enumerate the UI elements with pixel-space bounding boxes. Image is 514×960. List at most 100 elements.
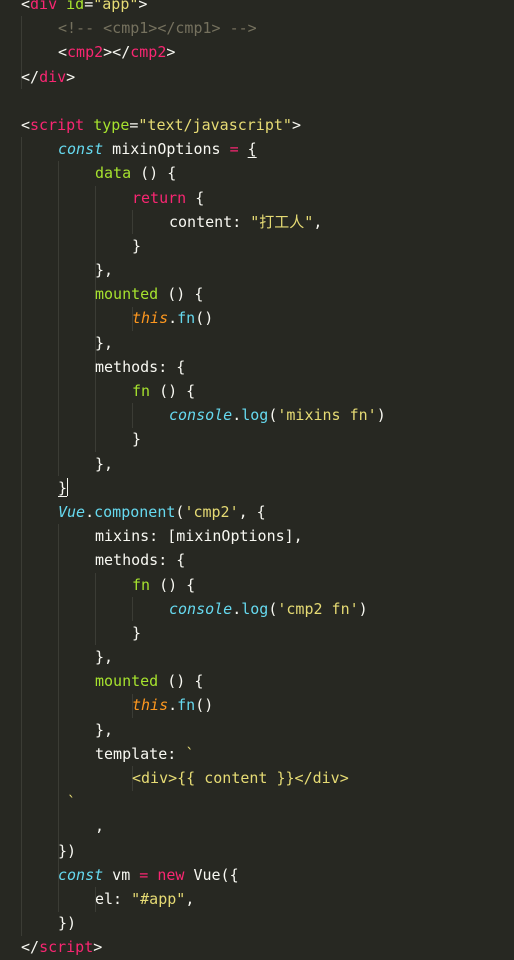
code-line[interactable]: , (0, 814, 514, 838)
code-token: script (30, 115, 85, 134)
code-line[interactable]: <cmp2></cmp2> (0, 40, 514, 64)
code-token: mixins: [mixinOptions], (95, 527, 303, 546)
code-line[interactable]: this.fn() (0, 693, 514, 717)
code-token: "打工人" (250, 212, 314, 231)
code-token: log (241, 599, 269, 618)
code-line[interactable]: <div id="app"> (0, 0, 514, 16)
code-token: } (132, 430, 142, 449)
code-line[interactable]: } (0, 621, 514, 645)
code-line[interactable]: methods: { (0, 548, 514, 572)
code-line[interactable]: } (0, 234, 514, 258)
code-token: el: (95, 889, 132, 908)
code-token: } (58, 478, 68, 497)
code-token: methods: { (95, 357, 186, 376)
code-token: }) (58, 841, 77, 860)
code-line[interactable]: el: "#app", (0, 887, 514, 911)
code-token: methods: { (95, 551, 186, 570)
code-line[interactable]: console.log('cmp2 fn') (0, 597, 514, 621)
code-line[interactable]: } (0, 476, 514, 500)
code-line[interactable]: return { (0, 186, 514, 210)
code-token: Vue({ (184, 865, 239, 884)
code-line[interactable]: }) (0, 911, 514, 935)
code-token: vm (103, 865, 140, 884)
code-token: data (95, 164, 132, 183)
code-token: { (186, 188, 205, 207)
code-token: 'mixins fn' (277, 406, 377, 425)
code-token: () { (131, 164, 177, 183)
code-line[interactable]: template: ` (0, 742, 514, 766)
code-token: fn (132, 382, 151, 400)
code-line[interactable]: </div> (0, 65, 514, 89)
code-token: }, (95, 720, 114, 739)
code-line[interactable]: <!-- <cmp1></cmp1> --> (0, 16, 514, 40)
code-line[interactable]: }, (0, 331, 514, 355)
code-token: , { (238, 502, 266, 521)
code-token: mounted (95, 672, 159, 691)
code-token: }) (58, 914, 77, 933)
code-token: }, (95, 333, 114, 352)
code-line[interactable]: const mixinOptions = { (0, 137, 514, 161)
code-line[interactable]: </script> (0, 935, 514, 959)
code-token: , (313, 212, 323, 231)
code-token: const (58, 865, 104, 884)
code-line[interactable]: const vm = new Vue({ (0, 863, 514, 887)
code-content[interactable]: <div id="app"> <!-- <cmp1></cmp1> --> <cmp… (0, 0, 514, 960)
code-token: ) (358, 599, 368, 618)
code-line[interactable]: console.log('mixins fn') (0, 403, 514, 427)
code-line[interactable]: <div>{{ content }}</div> (0, 766, 514, 790)
code-line[interactable]: this.fn() (0, 306, 514, 330)
code-token: { (247, 140, 257, 159)
code-editor[interactable]: <div id="app"> <!-- <cmp1></cmp1> --> <cmp… (0, 0, 514, 956)
code-line[interactable]: mounted () { (0, 282, 514, 306)
code-token: fn (132, 575, 151, 594)
code-token: }, (95, 648, 114, 667)
code-token: , (185, 889, 195, 908)
code-line[interactable]: methods: { (0, 355, 514, 379)
code-line[interactable]: }, (0, 452, 514, 476)
code-token: 'cmp2' (184, 502, 239, 521)
code-line[interactable]: data () { (0, 161, 514, 185)
code-token: . (85, 502, 95, 521)
code-line[interactable]: content: "打工人", (0, 210, 514, 234)
code-line[interactable]: }, (0, 258, 514, 282)
code-token: }, (95, 454, 114, 473)
code-token: <div>{{ content }}</div> (132, 769, 349, 787)
code-token: cmp2 (67, 43, 104, 62)
code-token: 'cmp2 fn' (277, 599, 359, 618)
code-token: ` (58, 793, 77, 812)
code-token: () (195, 696, 214, 715)
code-line[interactable]: }, (0, 645, 514, 669)
code-line[interactable]: }) (0, 839, 514, 863)
code-token: this (132, 309, 169, 328)
code-token: this (132, 696, 169, 715)
code-token: template: (95, 744, 186, 763)
code-line[interactable]: }, (0, 718, 514, 742)
code-line[interactable]: <script type="text/javascript"> (0, 113, 514, 137)
code-token: > (291, 115, 301, 134)
code-token: () (195, 309, 214, 328)
code-line[interactable]: fn () { (0, 573, 514, 597)
code-line[interactable]: Vue.component('cmp2', { (0, 500, 514, 524)
code-token: } (132, 236, 142, 255)
code-token: "app" (93, 0, 139, 13)
code-line[interactable]: mounted () { (0, 669, 514, 693)
code-line[interactable]: fn () { (0, 379, 514, 403)
code-token: < (58, 43, 68, 62)
code-line[interactable]: } (0, 427, 514, 451)
code-token: > (166, 43, 176, 62)
code-token: component (94, 502, 176, 521)
code-token: < (21, 0, 31, 13)
code-token: mixinOptions (103, 140, 230, 159)
code-line[interactable]: mixins: [mixinOptions], (0, 524, 514, 548)
code-token: ` (185, 744, 195, 763)
code-token: > (93, 938, 103, 957)
code-line[interactable]: ` (0, 790, 514, 814)
code-token: fn (177, 696, 196, 715)
code-token: div (39, 67, 67, 86)
code-line[interactable] (0, 89, 514, 113)
code-token: content: (169, 212, 251, 231)
code-token: > (138, 0, 148, 13)
